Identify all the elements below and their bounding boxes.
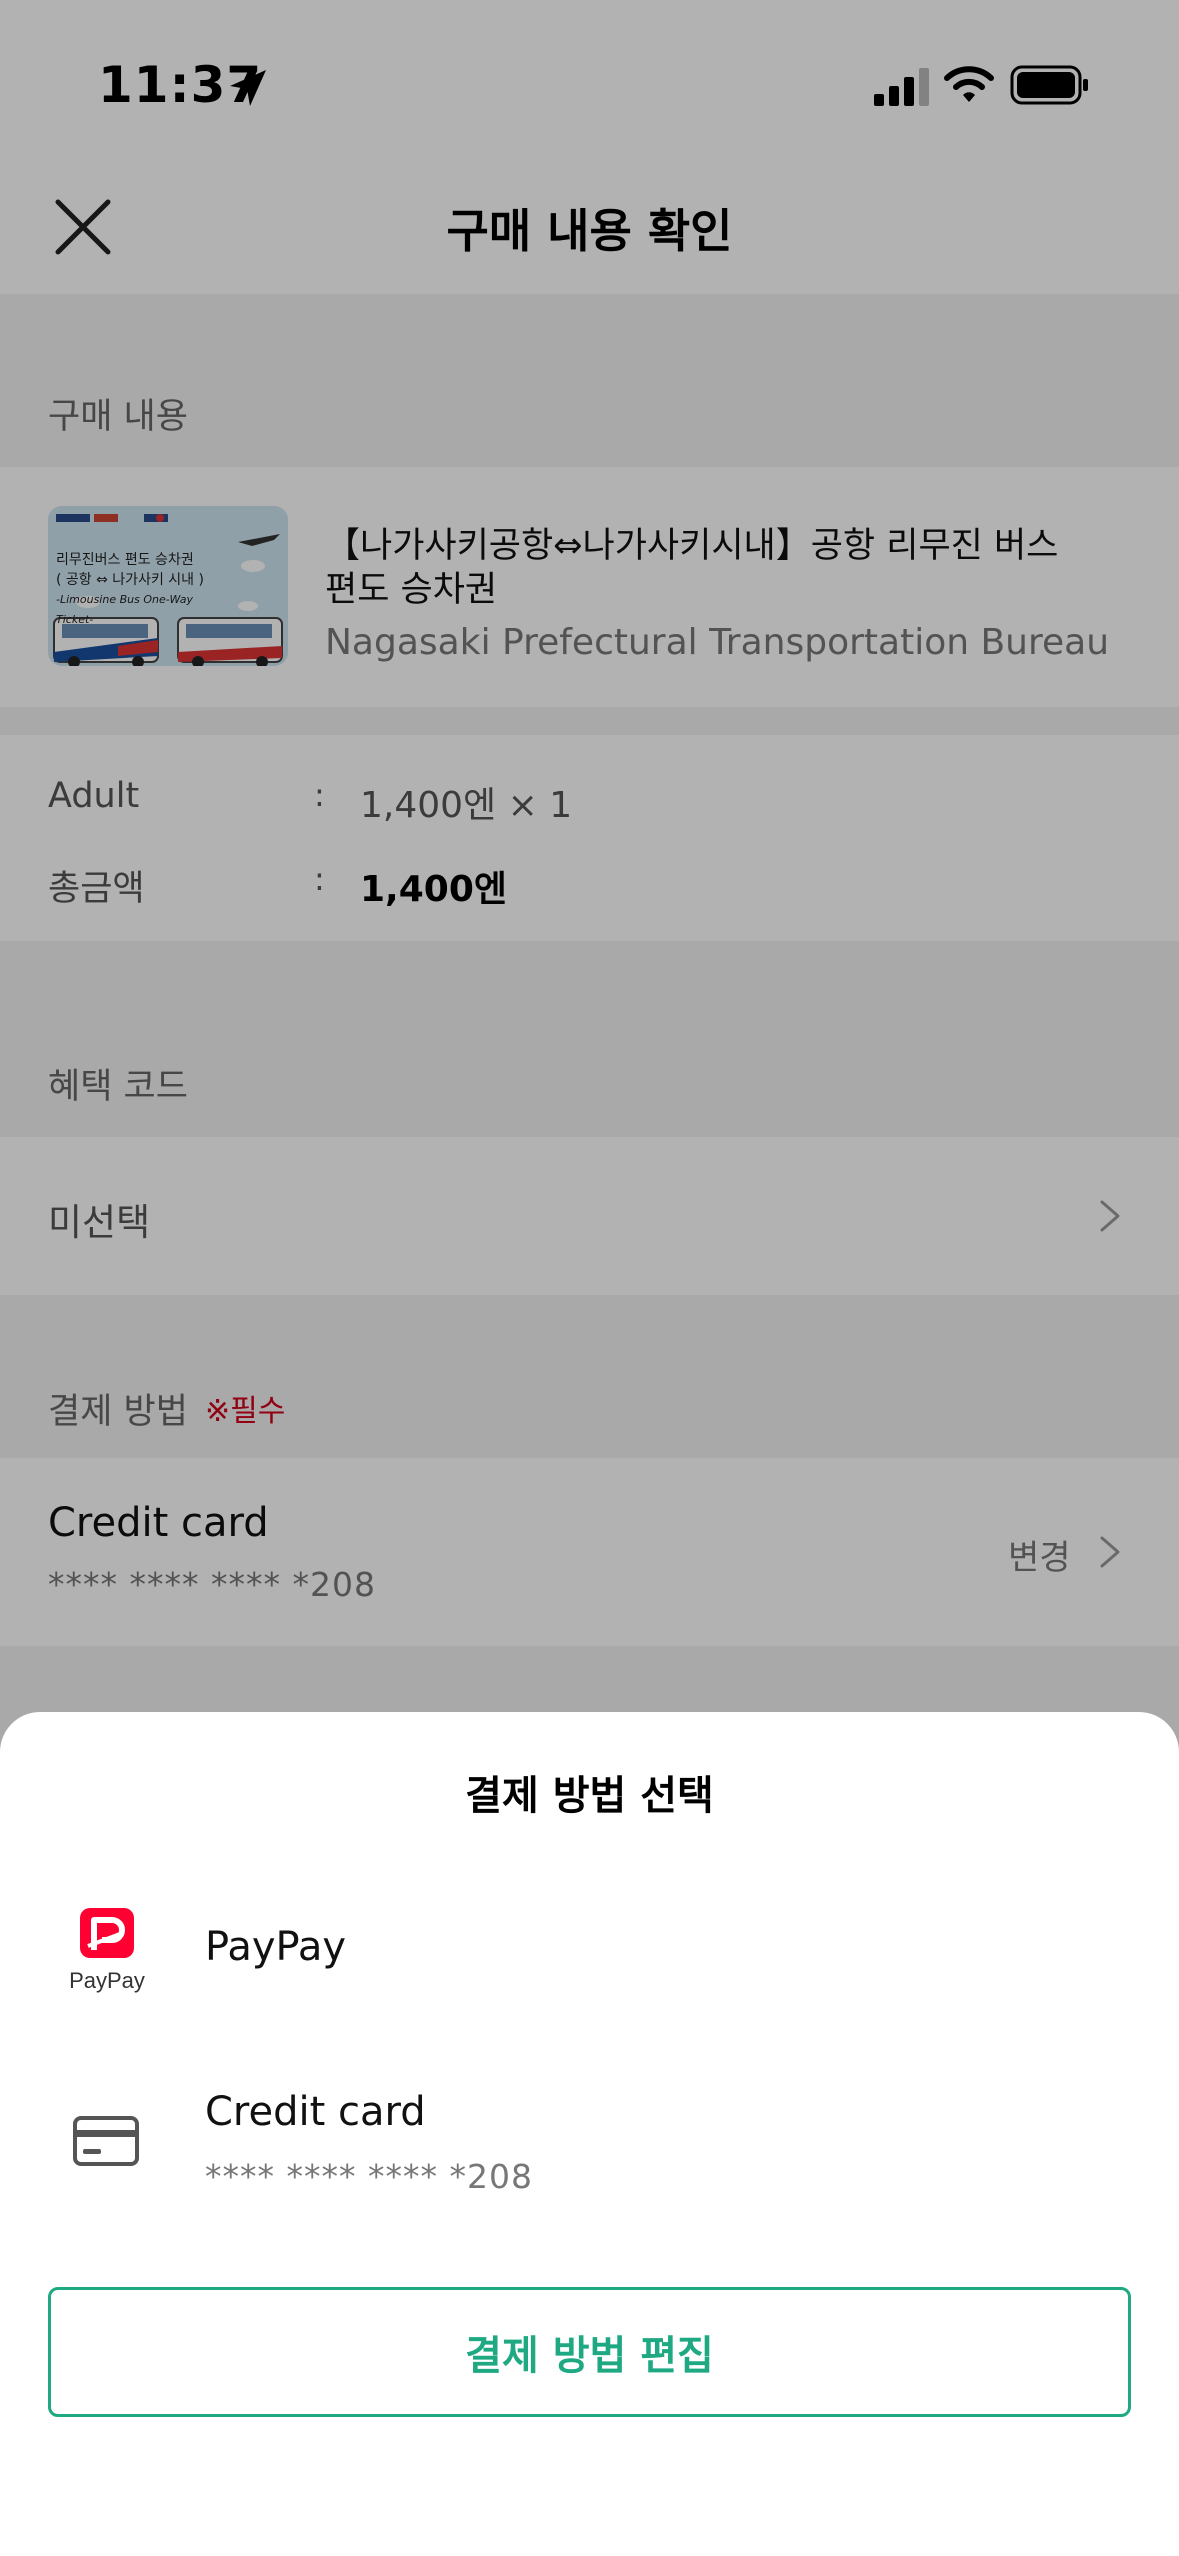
payment-option-credit-card[interactable] <box>0 2060 1179 2230</box>
payment-option-paypay[interactable] <box>0 1880 1179 2020</box>
purchase-confirm-screen: 11:37 구매 내용 확인 구매 내용 리무진버스 편도 승차권 (공항 ⇔… <box>0 0 1179 2556</box>
edit-payment-methods-button[interactable]: 결제 방법 편집 <box>48 2287 1131 2417</box>
credit-card-number: **** **** **** *208 <box>205 2157 533 2196</box>
credit-card-icon <box>73 2116 139 2166</box>
sheet-title: 결제 방법 선택 <box>465 1773 714 1819</box>
paypay-label: PayPay <box>205 1924 347 1970</box>
paypay-logo-icon: PayPay <box>69 1908 145 1993</box>
paypay-logo-text: PayPay <box>69 1968 145 1993</box>
credit-card-label: Credit card <box>205 2089 426 2135</box>
